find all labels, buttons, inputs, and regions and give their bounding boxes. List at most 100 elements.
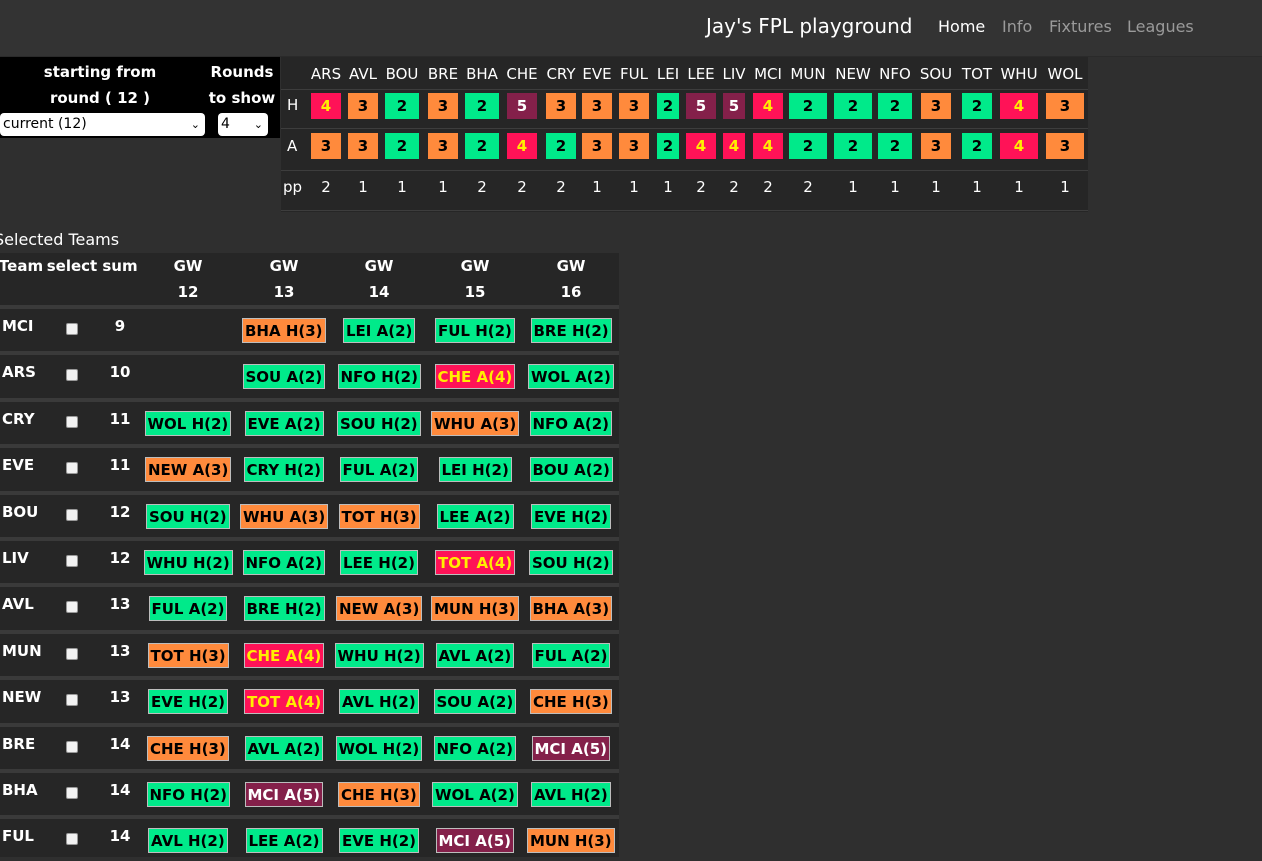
away-difficulty-bou: 2 — [385, 133, 419, 159]
select-checkbox[interactable] — [66, 508, 78, 521]
nav-home[interactable]: Home — [938, 17, 985, 36]
select-checkbox[interactable] — [66, 740, 78, 753]
table-row: LIV 12 WHU H(2) NFO A(2) LEE H(2) TOT A(4) SOU… — [0, 537, 619, 583]
fixture-cell: BHA A(3) — [529, 596, 613, 622]
home-difficulty-sou: 3 — [921, 93, 951, 119]
fixture-cell: MCI A(5) — [435, 828, 514, 854]
home-difficulty-lei: 2 — [657, 93, 679, 119]
difficulty-sum: 13 — [109, 595, 131, 614]
home-difficulty-mci: 4 — [753, 93, 783, 119]
gw-label: GW — [173, 257, 203, 275]
gw-number: 16 — [560, 283, 582, 301]
home-difficulty-che: 5 — [507, 93, 537, 119]
select-checkbox[interactable] — [66, 833, 78, 846]
away-difficulty-ars: 3 — [311, 133, 341, 159]
select-checkbox[interactable] — [66, 462, 78, 475]
home-difficulty-bha: 2 — [465, 93, 499, 119]
team-name: NEW — [2, 688, 42, 707]
pp-value-che: 2 — [517, 178, 527, 196]
team-name: FUL — [2, 827, 34, 846]
rounds-to-show-select[interactable]: 4 ⌄ — [218, 113, 268, 136]
brand-title[interactable]: Jay's FPL playground — [706, 14, 912, 38]
team-name: ARS — [2, 363, 36, 382]
selected-teams-table: Team select sum GW 12 GW 13 GW 14 GW 15 GW 16 MCI 9… — [0, 253, 619, 857]
fixture-cell: AVL H(2) — [339, 689, 419, 715]
fixture-cell: NEW A(3) — [145, 457, 232, 483]
away-difficulty-whu: 4 — [1000, 133, 1038, 159]
nav-info[interactable]: Info — [1002, 17, 1032, 36]
away-difficulty-lei: 2 — [657, 133, 679, 159]
home-difficulty-mun: 2 — [789, 93, 827, 119]
gw-label: GW — [460, 257, 490, 275]
select-checkbox[interactable] — [66, 369, 78, 382]
divider — [281, 210, 1088, 211]
selected-teams-title: Selected Teams — [0, 230, 120, 249]
gw-label: GW — [556, 257, 586, 275]
select-checkbox[interactable] — [66, 601, 78, 614]
rounds-to-show-label: Rounds to show — [204, 59, 280, 111]
start-round-value: current (12) — [3, 116, 87, 132]
away-difficulty-lee: 4 — [686, 133, 716, 159]
fixture-cell: SOU H(2) — [529, 550, 613, 575]
fixture-cell: TOT H(3) — [338, 503, 420, 529]
fixture-cell: TOT A(4) — [244, 689, 325, 715]
home-difficulty-cry: 3 — [546, 93, 576, 119]
fixture-cell: LEE A(2) — [245, 828, 323, 854]
select-checkbox[interactable] — [66, 647, 78, 660]
difficulty-sum: 12 — [109, 502, 131, 521]
fixture-cell: AVL H(2) — [148, 828, 228, 854]
pp-value-ful: 1 — [629, 178, 639, 196]
fixture-cell: AVL A(2) — [244, 735, 324, 761]
away-difficulty-liv: 4 — [723, 133, 745, 159]
gw-number: 12 — [177, 283, 199, 301]
nav-leagues[interactable]: Leagues — [1127, 17, 1194, 36]
away-difficulty-mci: 4 — [753, 133, 783, 159]
fixture-cell: NFO A(2) — [433, 735, 517, 761]
difficulty-sum: 11 — [109, 456, 131, 475]
gw-number: 14 — [368, 283, 390, 301]
fixture-cell: CHE H(3) — [338, 782, 420, 807]
fixture-cell: TOT H(3) — [147, 642, 229, 668]
team-name: BOU — [2, 502, 39, 521]
select-checkbox[interactable] — [66, 555, 78, 567]
table-row: FUL 14 AVL H(2) LEE A(2) EVE H(2) MCI A(5) MUN… — [0, 815, 619, 861]
fixture-cell: FUL A(2) — [148, 596, 228, 622]
start-round-select[interactable]: current (12) ⌄ — [0, 113, 205, 136]
team-header-new: NEW — [835, 65, 871, 83]
away-difficulty-new: 2 — [834, 133, 872, 159]
fixture-cell: BOU A(2) — [529, 457, 613, 483]
difficulty-sum: 10 — [109, 363, 131, 382]
home-difficulty-tot: 2 — [962, 93, 992, 119]
table-row: BRE 14 CHE H(3) AVL A(2) WOL H(2) NFO A(2) MCI… — [0, 722, 619, 769]
difficulty-sum: 14 — [109, 827, 131, 846]
away-difficulty-che: 4 — [507, 133, 537, 159]
fixture-cell: CHE H(3) — [530, 689, 612, 715]
team-name: BRE — [2, 734, 36, 753]
difficulty-sum: 11 — [109, 409, 131, 428]
rounds-to-show-value: 4 — [221, 116, 230, 132]
team-header-wol: WOL — [1047, 65, 1083, 83]
select-checkbox[interactable] — [66, 694, 78, 707]
team-header-che: CHE — [506, 65, 538, 83]
pp-value-eve: 1 — [592, 178, 602, 196]
divider — [281, 89, 1088, 90]
difficulty-sum: 14 — [109, 781, 131, 799]
fixture-cell: NFO A(2) — [242, 550, 326, 575]
pp-value-liv: 2 — [729, 178, 739, 196]
select-checkbox[interactable] — [66, 323, 78, 335]
team-header-whu: WHU — [1000, 65, 1038, 83]
team-header-bre: BRE — [427, 65, 459, 83]
chevron-down-icon: ⌄ — [190, 118, 200, 131]
start-round-label: starting from round ( 12 ) — [0, 59, 200, 111]
pp-value-mci: 2 — [763, 178, 773, 196]
select-checkbox[interactable] — [66, 415, 78, 428]
nav-fixtures[interactable]: Fixtures — [1049, 17, 1112, 36]
select-checkbox[interactable] — [66, 787, 78, 799]
table-row: BOU 12 SOU H(2) WHU A(3) TOT H(3) LEE A(2) EVE… — [0, 490, 619, 537]
home-difficulty-ars: 4 — [311, 93, 341, 119]
away-difficulty-wol: 3 — [1046, 133, 1084, 159]
pp-value-mun: 2 — [803, 178, 813, 196]
difficulty-sum: 9 — [114, 317, 126, 335]
fixture-difficulty-table: H A pp ARS 4 3 2 AVL 3 3 1 BOU 2 2 1 BRE 3 3 1 BHA 2 2 2 CHE… — [281, 57, 1088, 212]
fixture-cell: WHU H(2) — [334, 642, 424, 668]
